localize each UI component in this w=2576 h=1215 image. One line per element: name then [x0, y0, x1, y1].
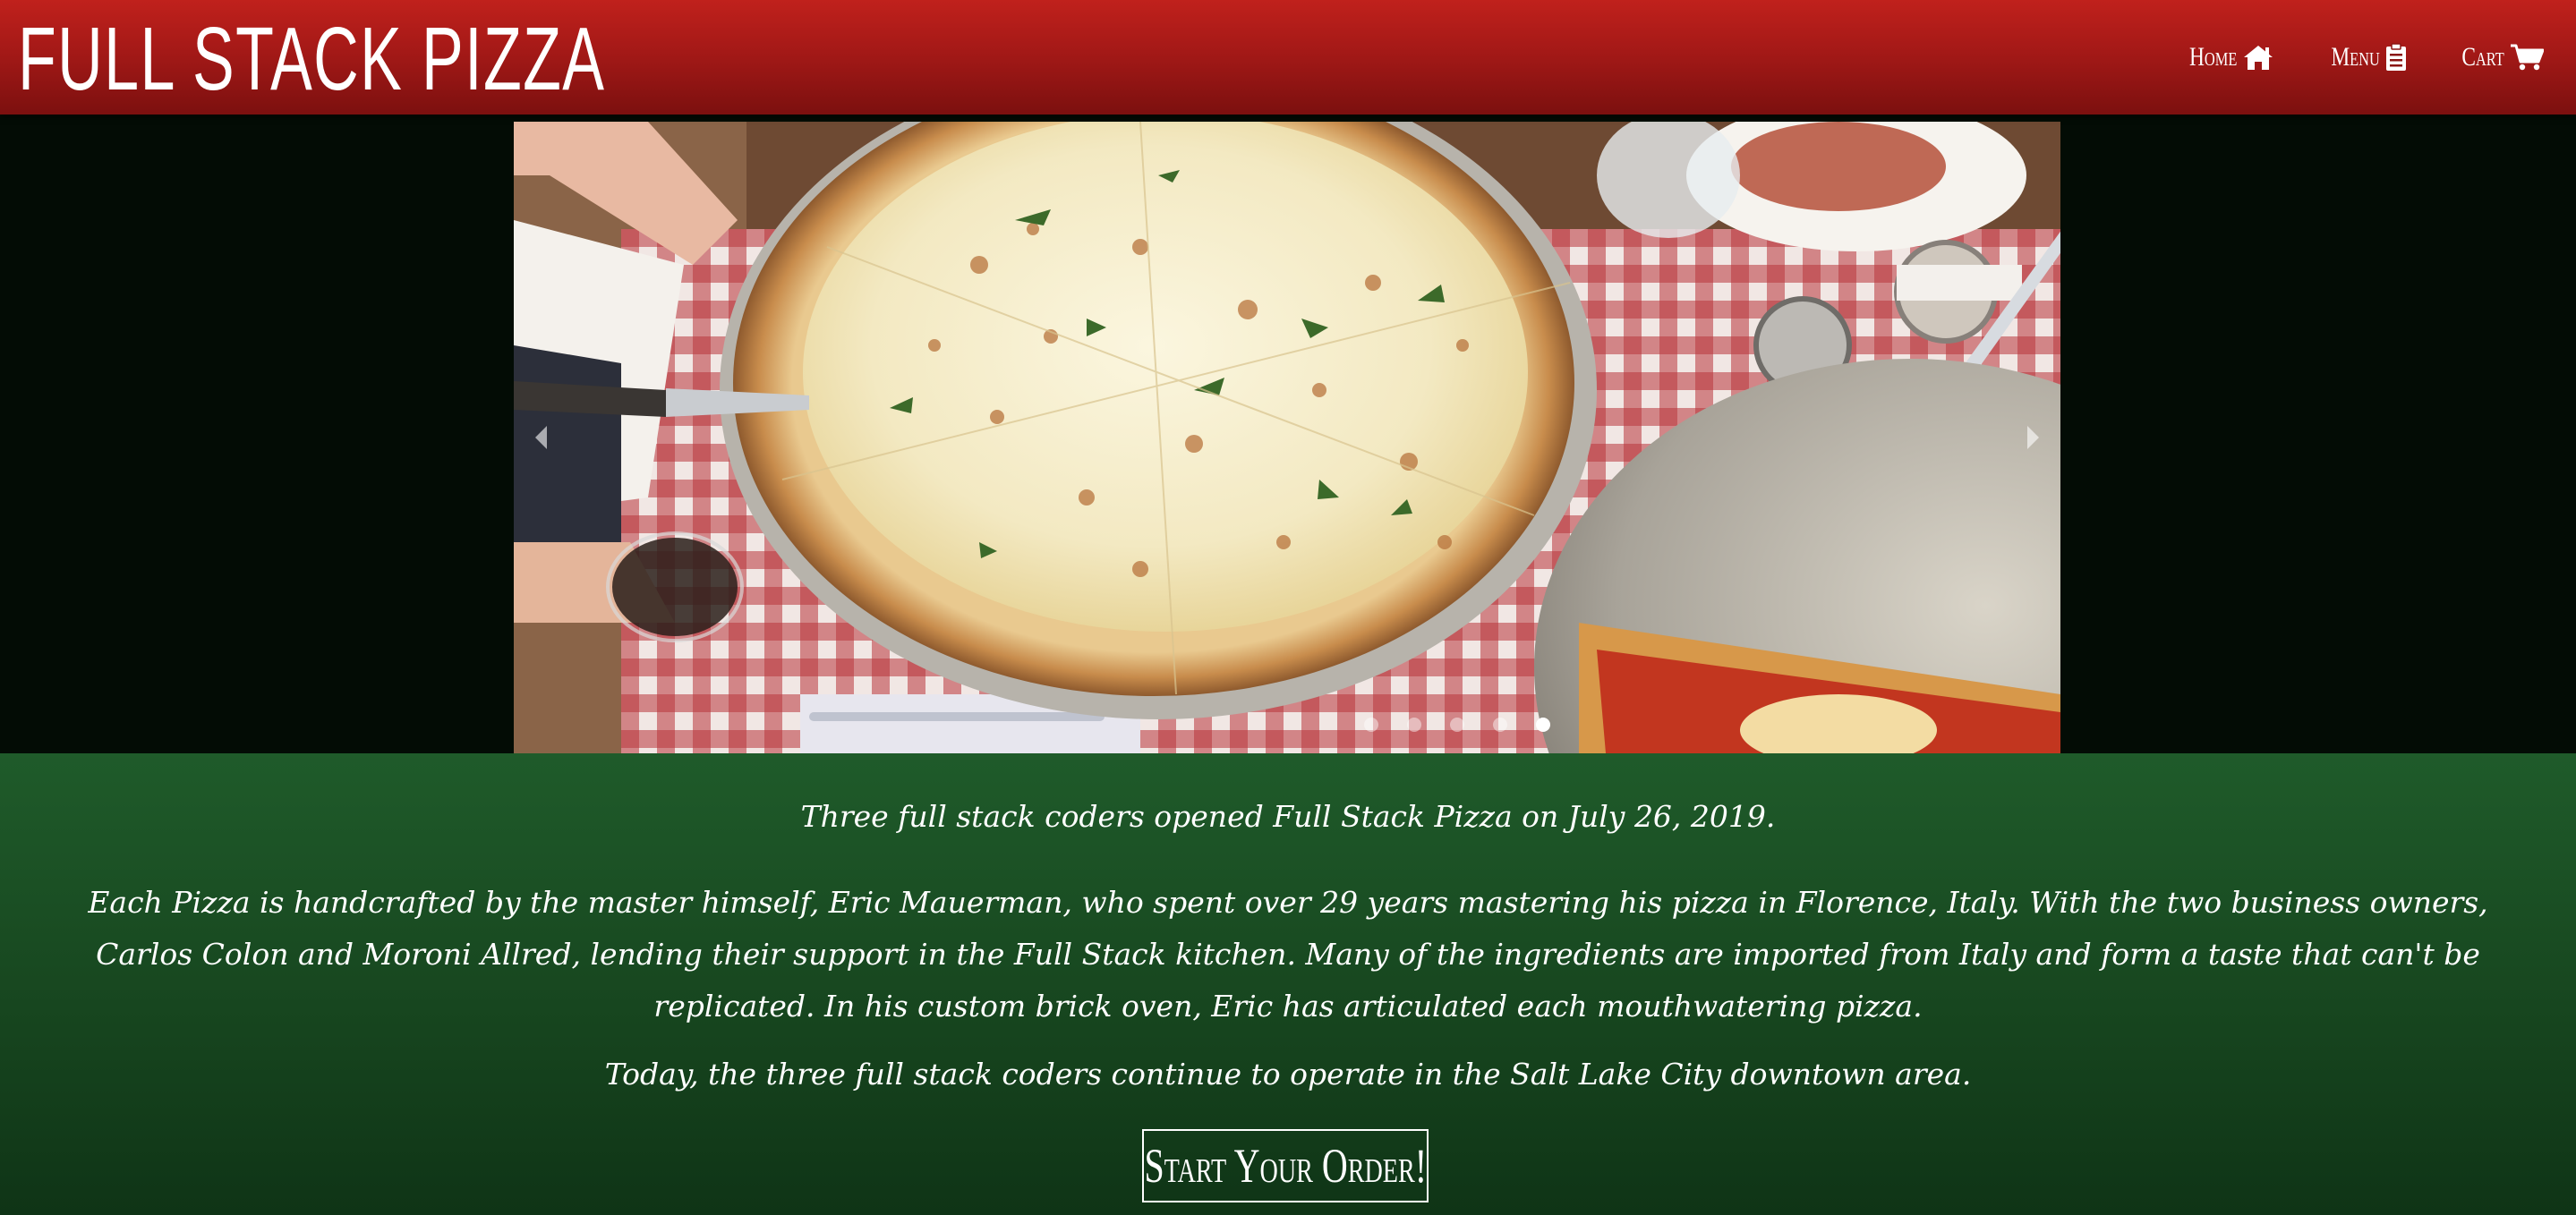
nav-link-cart[interactable]: Cart: [2450, 42, 2544, 72]
carousel-indicator-1[interactable]: [1364, 718, 1378, 732]
start-order-button-label: Start Your Order!: [1144, 1139, 1427, 1193]
carousel-indicator-2[interactable]: [1407, 718, 1421, 732]
chevron-left-icon: [533, 424, 549, 455]
about-section: Three full stack coders opened Full Stac…: [0, 753, 2576, 1215]
carousel-indicator-5[interactable]: [1536, 718, 1550, 732]
home-icon: [2242, 44, 2274, 71]
nav-link-home-label: Home: [2189, 42, 2238, 72]
pizza-photo: [514, 122, 2060, 753]
carousel-next-button[interactable]: [2016, 412, 2051, 466]
brand-logo-text[interactable]: FULL STACK PIZZA: [18, 5, 605, 113]
chevron-right-icon: [2026, 424, 2042, 455]
about-today-text: Today, the three full stack coders conti…: [604, 1057, 1972, 1092]
about-story-text: Each Pizza is handcrafted by the master …: [88, 885, 2488, 1024]
carousel-indicator-4[interactable]: [1493, 718, 1507, 732]
carousel-indicators: [684, 718, 2060, 732]
nav-links: Home Menu Cart: [2176, 0, 2544, 115]
carousel-prev-button[interactable]: [523, 412, 559, 466]
clipboard-icon: [2385, 43, 2407, 72]
nav-link-cart-label: Cart: [2461, 42, 2504, 72]
image-carousel[interactable]: [514, 122, 2060, 753]
start-order-button[interactable]: Start Your Order!: [1142, 1129, 1429, 1202]
carousel-band: [0, 115, 2576, 753]
about-intro-text: Three full stack coders opened Full Stac…: [800, 799, 1776, 834]
carousel-indicator-3[interactable]: [1450, 718, 1464, 732]
shopping-cart-icon: [2510, 44, 2544, 71]
nav-link-menu[interactable]: Menu: [2317, 42, 2407, 72]
nav-link-menu-label: Menu: [2331, 42, 2381, 72]
navbar: FULL STACK PIZZA Home Menu Cart: [0, 0, 2576, 115]
nav-link-home[interactable]: Home: [2176, 42, 2274, 72]
